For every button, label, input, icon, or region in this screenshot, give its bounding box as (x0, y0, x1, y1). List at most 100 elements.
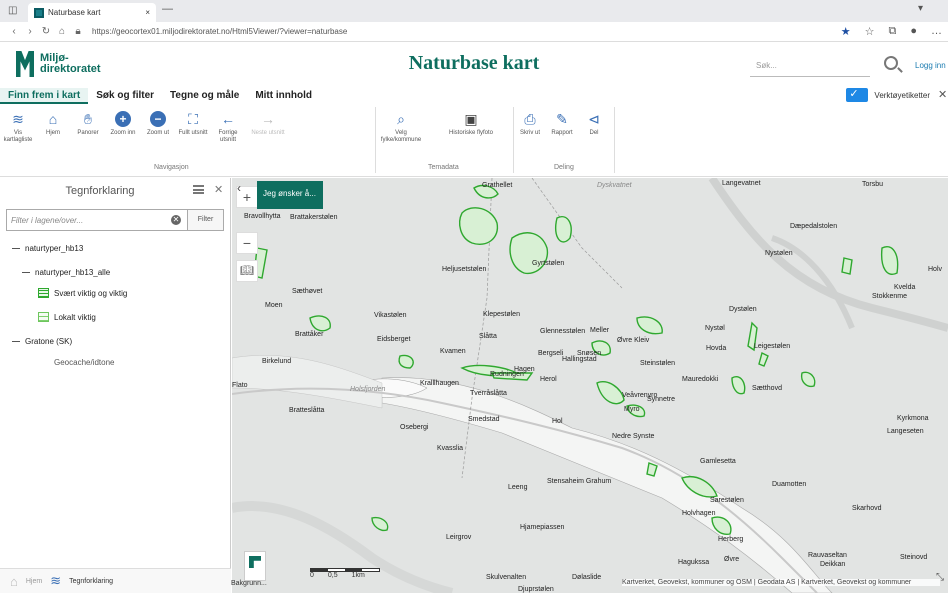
url-field[interactable]: https://geocortex01.miljodirektoratet.no… (92, 27, 347, 36)
map-attribution: Kartverket, Geovekst, kommuner og OSM | … (622, 579, 940, 586)
legend-swatch-icon (38, 288, 49, 298)
collapse-icon[interactable] (12, 248, 20, 249)
map-place-label: Slåtta (479, 333, 497, 340)
search-icon[interactable] (884, 56, 898, 70)
zoom-in-button[interactable]: + Zoom inn (105, 111, 141, 137)
basemap-button[interactable] (244, 551, 266, 581)
tab-finn-frem[interactable]: Finn frem i kart (0, 88, 89, 104)
map-view[interactable]: + − 📖︎ Brattakerstølen Grathellet Dyskva… (232, 178, 948, 593)
address-bar: ‹ › ↻ ⌂ 🔒︎ https://geocortex01.miljodire… (0, 22, 948, 42)
tools-group-label: Temadata (428, 164, 459, 171)
favorite-star-icon[interactable]: ★ (841, 25, 851, 38)
pan-button[interactable]: ✋︎ Panorer (70, 111, 106, 137)
map-place-label: Bratteslåtta (289, 407, 325, 414)
tab-close-icon[interactable]: × (145, 8, 150, 17)
collections-icon[interactable]: ⧉ (888, 25, 896, 38)
back-icon[interactable]: ‹ (6, 26, 22, 37)
filter-placeholder: Filter i lagene/over... (11, 216, 84, 225)
map-bookmark-icon[interactable]: 📖︎ (236, 260, 258, 282)
search-input[interactable]: Søk... (750, 57, 870, 77)
share-button[interactable]: ⊲ Del (578, 111, 610, 137)
map-place-label: Flato (232, 382, 248, 389)
clear-filter-icon[interactable]: ✕ (171, 215, 181, 225)
map-place-label: Klepestølen (483, 311, 520, 318)
map-place-label: Nystølen (765, 250, 793, 257)
home-tab-icon[interactable]: ⌂ (10, 574, 18, 589)
map-place-label: Øvre Kleiv (617, 337, 650, 344)
filter-button[interactable]: Filter (188, 209, 224, 231)
ribbon-close-icon[interactable]: ✕ (938, 88, 947, 101)
show-layer-list-button[interactable]: ≋ Vis kartlagliste (0, 111, 36, 144)
map-zoom-out-button[interactable]: − (236, 232, 258, 254)
map-place-label: Kvamen (440, 348, 466, 355)
collapse-panel-icon[interactable]: ‹ (237, 181, 241, 195)
refresh-icon[interactable]: ↻ (38, 26, 54, 37)
panel-title: Tegnforklaring (65, 185, 135, 197)
legend-swatch-icon (38, 312, 49, 322)
report-button[interactable]: ✎ Rapport (546, 111, 578, 137)
map-place-label: Grathellet (482, 182, 513, 189)
map-place-label: Mauredokki (682, 376, 719, 383)
tab-mitt-innhold[interactable]: Mitt innhold (247, 88, 320, 104)
home-nav-icon[interactable]: ⌂ (54, 26, 70, 37)
tab-tegne-og-male[interactable]: Tegne og måle (162, 88, 247, 104)
collapse-icon[interactable] (12, 341, 20, 342)
collapse-icon[interactable] (22, 272, 30, 273)
i-want-to-button[interactable]: Jeg ønsker å... (257, 181, 323, 209)
home-button[interactable]: ⌂ Hjem (35, 111, 71, 137)
browser-tab[interactable]: Naturbase kart × (28, 3, 156, 22)
toggle-switch[interactable] (846, 87, 869, 102)
historic-photo-icon: ▣ (464, 110, 478, 127)
map-place-label: Leigestølen (754, 343, 791, 350)
map-place-label: Skarhovd (852, 505, 882, 512)
layer-group-naturtyper[interactable]: naturtyper_hb13 (12, 244, 83, 253)
more-icon[interactable]: … (931, 25, 942, 38)
print-button[interactable]: ⎙ Skriv ut (514, 111, 546, 137)
layer-group-gratone[interactable]: Gratone (SK) (12, 337, 72, 346)
map-place-label: Bravollhytta (244, 213, 281, 220)
historic-photos-button[interactable]: ▣ Historiske flyfoto (446, 111, 496, 137)
map-place-label: Moen (265, 302, 283, 309)
toggle-label: Verktøyetiketter (874, 90, 930, 100)
profile-icon[interactable]: ● (910, 25, 917, 38)
zoom-out-button[interactable]: − Zoom ut (140, 111, 176, 137)
forward-icon[interactable]: › (22, 26, 38, 37)
map-place-label: Steinstølen (640, 360, 676, 367)
select-county-button[interactable]: ⌕ Velg fylke/kommune (376, 111, 426, 144)
layer-naturtyper-alle[interactable]: naturtyper_hb13_alle (22, 268, 110, 277)
share-icon: ⊲ (588, 110, 600, 127)
map-place-label: Øvre (724, 556, 740, 563)
map-place-label: Rauvaseltan (808, 552, 847, 559)
next-extent-button[interactable]: → Neste utsnitt (250, 111, 286, 137)
new-tab-icon[interactable]: — (162, 3, 173, 15)
expand-attribution-icon[interactable]: ⤡ (936, 572, 944, 583)
filter-input[interactable]: Filter i lagene/over... ✕ (6, 209, 188, 231)
map-place-label: Dyskvatnet (597, 182, 632, 189)
scale-labels: 0 0,5 1km (310, 572, 365, 579)
map-place-label: Sætthovd (752, 385, 782, 392)
panel-close-icon[interactable]: ✕ (214, 183, 223, 196)
tool-labels-toggle[interactable]: Verktøyetiketter (846, 87, 930, 102)
home-tab-label[interactable]: Hjem (26, 578, 42, 585)
map-place-label: Dæpedalstolen (790, 223, 838, 230)
tab-sok-og-filter[interactable]: Søk og filter (88, 88, 162, 104)
lock-icon: 🔒︎ (75, 26, 81, 37)
full-extent-button[interactable]: ⛶ Fullt utsnitt (175, 111, 211, 137)
legend-item-svaert-viktig: Svært viktig og viktig (38, 288, 127, 298)
legend-tab-icon[interactable]: ≋ (50, 573, 61, 589)
login-link[interactable]: Logg inn (915, 61, 946, 70)
browser-tab-bar: ◫ Naturbase kart × — ▾ (0, 0, 948, 22)
tab-actions-icon[interactable]: ◫ (8, 5, 17, 16)
map-place-label: Smedstad (468, 416, 500, 423)
previous-extent-button[interactable]: ← Forrige utsnitt (210, 111, 246, 144)
zoom-in-icon: + (115, 111, 131, 127)
legend-item-lokalt-viktig: Lokalt viktig (38, 312, 96, 322)
ribbon-tabs: Finn frem i kart Søk og filter Tegne og … (0, 88, 948, 104)
map-place-label: Osebergi (400, 424, 429, 431)
map-place-label: Hjamepiassen (520, 524, 565, 531)
minimize-icon[interactable]: ▾ (918, 3, 923, 14)
menu-icon[interactable] (193, 185, 204, 194)
map-place-label: Hagukssa (678, 559, 710, 566)
favorites-bar-icon[interactable]: ☆ (865, 25, 875, 38)
legend-tab-label[interactable]: Tegnforklaring (69, 578, 113, 585)
